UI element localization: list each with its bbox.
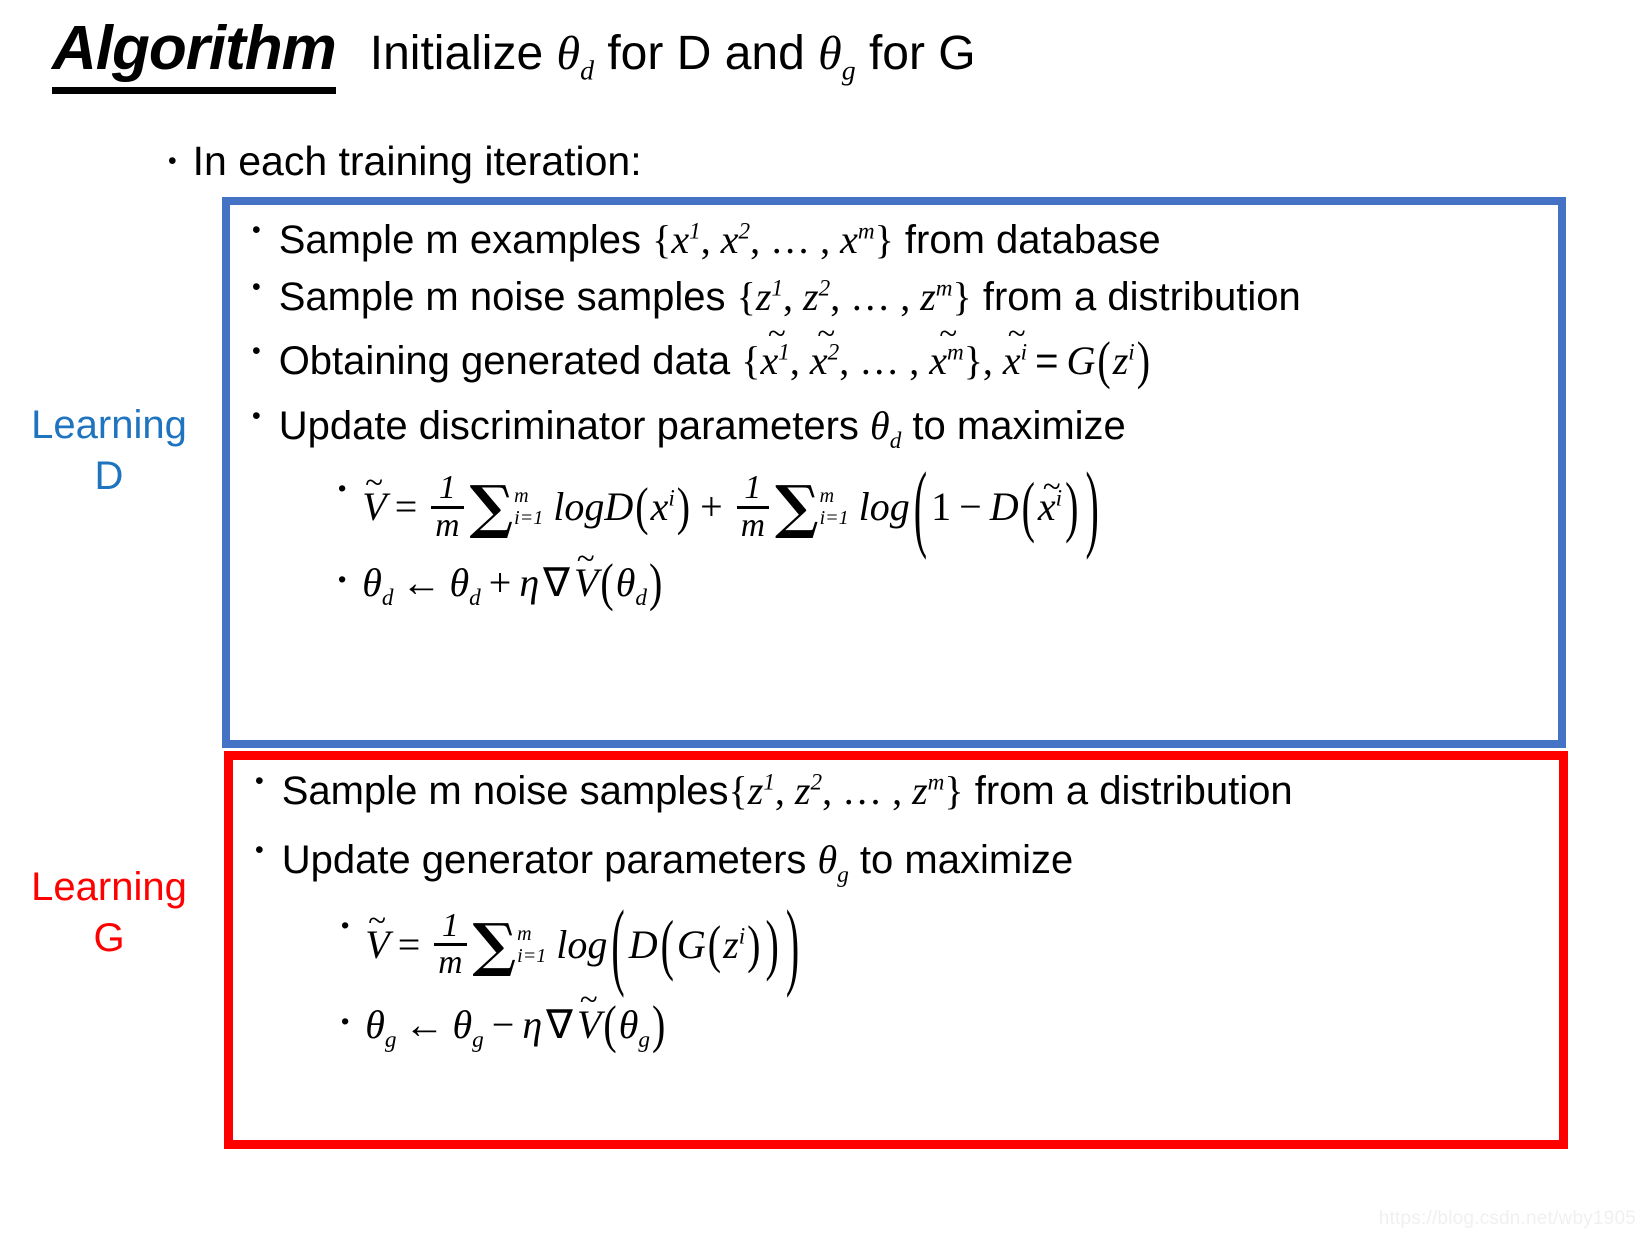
page-title: Algorithm xyxy=(52,16,337,95)
title-mid-text: for D and xyxy=(594,27,819,80)
title-theta-g: θg xyxy=(818,27,856,87)
equation-row: • ~ V = 1m ∑ m i=1 log D(xi) + 1m ∑ m i=1 log … xyxy=(338,450,1548,562)
learning-g-label-line2: G xyxy=(93,916,125,961)
watermark-text: https://blog.csdn.net/wby1905 xyxy=(1378,1208,1636,1229)
obtaining-generated-data-text: Obtaining generated data {~ x1, ~ x2, … , … xyxy=(278,315,1151,391)
learning-g-label-line1: Learning xyxy=(31,865,187,909)
bullet-icon: • xyxy=(341,1007,350,1034)
list-item: • Sample m examples {x1, x2, … , xm} fro… xyxy=(252,213,1548,268)
sample-examples-text: Sample m examples {x1, x2, … , xm} from … xyxy=(278,217,1161,262)
learning-d-label-line2: D xyxy=(94,454,124,499)
sample-noise-g-text: Sample m noise samples{z1, z2, … , zm} f… xyxy=(281,768,1293,813)
title-initialize-text: Initialize xyxy=(369,27,557,80)
title-theta-d: θd xyxy=(556,27,595,87)
list-item: • Update generator parameters θg to maxi… xyxy=(255,833,1549,888)
iteration-label: In each training iteration: xyxy=(192,138,642,184)
bullet-icon: • xyxy=(338,474,347,501)
update-generator-text: Update generator parameters θg to maximi… xyxy=(281,836,1074,888)
equation-row: • θd ← θd + η ∇ ~ V(θd) xyxy=(338,540,1548,612)
bullet-icon: • xyxy=(252,217,261,244)
slide-title-row: Algorithm Initialize θd for D and θg for… xyxy=(52,16,976,95)
bullet-icon: • xyxy=(252,338,261,366)
sample-noise-text: Sample m noise samples {z1, z2, … , zm} … xyxy=(278,273,1301,319)
learning-g-list: • Sample m noise samples{z1, z2, … , zm}… xyxy=(255,764,1549,1054)
list-item: • Sample m noise samples{z1, z2, … , zm}… xyxy=(255,764,1549,819)
learning-g-label: Learning G xyxy=(2,862,216,964)
theta-d-update-equation: θd ← θd + η ∇ ~ V(θd) xyxy=(362,540,663,612)
v-tilde-g-equation: ~ V = 1m ∑ m i=1 log (D(G(zi))) xyxy=(365,888,800,999)
title-end-text: for G xyxy=(855,27,976,80)
theta-g-update-equation: θg ← θg − η ∇ ~ V(θg) xyxy=(365,982,666,1054)
equation-row: • ~ V = 1m ∑ m i=1 log (D(G(zi))) xyxy=(341,888,1549,999)
bullet-icon: • xyxy=(255,836,264,864)
update-discriminator-text: Update discriminator parameters θd to ma… xyxy=(278,402,1126,454)
title-subtitle: Initialize θd for D and θg for G xyxy=(369,26,976,87)
bullet-icon: • xyxy=(338,566,347,593)
bullet-icon: • xyxy=(341,912,350,939)
list-item: • Update discriminator parameters θd to … xyxy=(252,399,1548,454)
bullet-icon: • xyxy=(252,273,261,301)
learning-d-label-line1: Learning xyxy=(31,403,187,447)
equation-row: • θg ← θg − η ∇ ~ V(θg) xyxy=(341,982,1549,1054)
learning-g-box: • Sample m noise samples{z1, z2, … , zm}… xyxy=(224,751,1568,1149)
learning-d-label: Learning D xyxy=(2,400,216,502)
v-tilde-d-equation: ~ V = 1m ∑ m i=1 log D(xi) + 1m ∑ m i=1 log (1… xyxy=(362,450,1099,562)
slide-canvas: Algorithm Initialize θd for D and θg for… xyxy=(0,0,1650,1242)
learning-d-box: • Sample m examples {x1, x2, … , xm} fro… xyxy=(222,197,1566,748)
bullet-icon: • xyxy=(168,147,177,175)
bullet-icon: • xyxy=(252,402,261,430)
list-item: • Obtaining generated data {~ x1, ~ x2, … … xyxy=(252,315,1548,391)
bullet-icon: • xyxy=(255,768,264,795)
list-item: • Sample m noise samples {z1, z2, … , zm… xyxy=(252,270,1548,325)
learning-d-list: • Sample m examples {x1, x2, … , xm} fro… xyxy=(252,213,1548,612)
iteration-bullet: • In each training iteration: xyxy=(168,138,642,185)
